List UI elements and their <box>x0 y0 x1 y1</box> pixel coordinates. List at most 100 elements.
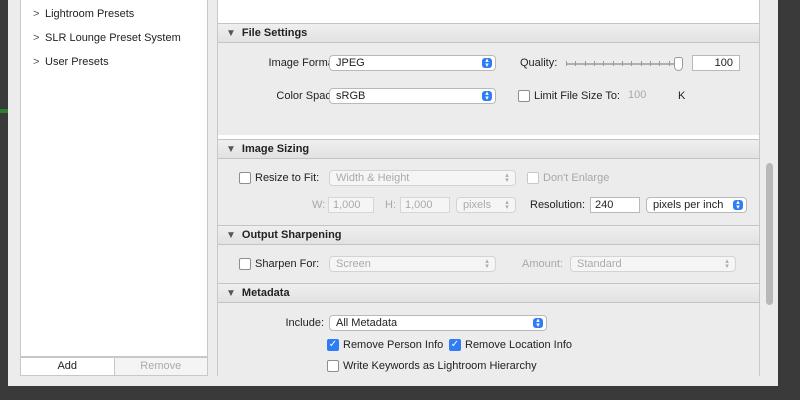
slider-tick <box>594 61 595 66</box>
image-sizing-body: Resize to Fit: Width & Height ▴ ▾ Don't E… <box>218 159 759 225</box>
width-label: W: <box>312 199 326 211</box>
preset-folder-user[interactable]: > User Presets <box>33 54 109 70</box>
resolution-unit-value: pixels per inch <box>653 199 724 211</box>
slider-tick <box>641 61 642 66</box>
quality-input[interactable]: 100 <box>692 55 740 71</box>
color-space-value: sRGB <box>336 90 366 102</box>
amount-label: Amount: <box>522 258 563 270</box>
slider-tick <box>650 61 651 66</box>
window-frame-left <box>0 0 8 400</box>
include-label: Include: <box>285 317 324 329</box>
remove-preset-button[interactable]: Remove <box>114 358 207 375</box>
preset-folder-label: Lightroom Presets <box>45 8 135 20</box>
section-title: File Settings <box>241 27 308 39</box>
image-format-select[interactable]: JPEG ▴ ▾ <box>329 55 496 71</box>
preset-folder-label: SLR Lounge Preset System <box>45 32 181 44</box>
height-input[interactable]: 1,000 <box>400 197 450 213</box>
updown-arrows-icon: ▴ ▾ <box>505 172 509 184</box>
dialog-bottom-strip <box>8 376 778 386</box>
chevron-right-icon[interactable]: > <box>33 32 43 44</box>
limit-file-size-label: Limit File Size To: <box>534 90 620 102</box>
section-header-image-sizing[interactable]: ▼ Image Sizing <box>218 139 759 159</box>
remove-location-info-checkbox[interactable]: ✓ <box>449 339 461 351</box>
slider-tick <box>631 61 632 66</box>
remove-person-info-checkbox[interactable]: ✓ <box>327 339 339 351</box>
resize-to-fit-select[interactable]: Width & Height ▴ ▾ <box>329 170 516 186</box>
limit-file-size-input[interactable]: 100 <box>624 88 676 104</box>
height-label: H: <box>385 199 396 211</box>
resize-to-fit-value: Width & Height <box>336 172 410 184</box>
resolution-input[interactable]: 240 <box>590 197 640 213</box>
section-header-file-settings[interactable]: ▼ File Settings <box>218 23 759 43</box>
preset-folder-label: User Presets <box>45 56 109 68</box>
amount-value: Standard <box>577 258 622 270</box>
amount-select[interactable]: Standard ▴ ▾ <box>570 256 736 272</box>
add-preset-button[interactable]: Add <box>21 358 115 375</box>
section-title: Metadata <box>241 287 290 299</box>
resize-to-fit-checkbox[interactable] <box>239 172 251 184</box>
include-select[interactable]: All Metadata ▴ ▾ <box>329 315 547 331</box>
section-title: Image Sizing <box>241 143 310 155</box>
vertical-scrollbar[interactable] <box>763 0 775 376</box>
sharpen-for-checkbox[interactable] <box>239 258 251 270</box>
slider-thumb[interactable] <box>674 57 683 71</box>
quality-slider[interactable] <box>566 57 686 73</box>
dont-enlarge-checkbox[interactable] <box>527 172 539 184</box>
section-header-output-sharpening[interactable]: ▼ Output Sharpening <box>218 225 759 245</box>
window-frame-right <box>778 0 800 400</box>
export-settings-panel: ▼ File Settings Image Format: JPEG ▴ ▾ Qu… <box>217 0 760 376</box>
updown-arrows-icon: ▴ ▾ <box>533 317 543 329</box>
size-unit-select[interactable]: pixels ▴ ▾ <box>456 197 516 213</box>
updown-arrows-icon: ▴ ▾ <box>505 199 509 211</box>
color-space-label: Color Space: <box>276 90 340 102</box>
chevron-right-icon[interactable]: > <box>33 8 43 20</box>
slider-tick <box>659 61 660 66</box>
triangle-down-icon[interactable]: ▼ <box>226 230 236 241</box>
updown-arrows-icon: ▴ ▾ <box>482 57 492 69</box>
preset-buttons: Add Remove <box>20 357 208 376</box>
size-unit-value: pixels <box>463 199 492 211</box>
output-sharpening-body: Sharpen For: Screen ▴ ▾ Amount: Standard … <box>218 245 759 283</box>
resize-to-fit-label: Resize to Fit: <box>255 172 320 184</box>
slider-tick <box>585 61 586 66</box>
preset-folder-lightroom[interactable]: > Lightroom Presets <box>33 6 134 22</box>
limit-file-size-checkbox[interactable] <box>518 90 530 102</box>
slider-track <box>566 63 680 65</box>
chevron-right-icon[interactable]: > <box>33 56 43 68</box>
include-value: All Metadata <box>336 317 398 329</box>
resolution-label: Resolution: <box>530 199 586 211</box>
updown-arrows-icon: ▴ ▾ <box>733 199 743 211</box>
previous-section-tail <box>218 0 759 18</box>
updown-arrows-icon: ▴ ▾ <box>482 90 492 102</box>
triangle-down-icon[interactable]: ▼ <box>226 288 236 299</box>
sharpen-for-label: Sharpen For: <box>255 258 320 270</box>
file-settings-body: Image Format: JPEG ▴ ▾ Quality: 100 Color… <box>218 43 759 135</box>
image-format-label: Image Format: <box>268 57 340 69</box>
color-space-select[interactable]: sRGB ▴ ▾ <box>329 88 496 104</box>
section-title: Output Sharpening <box>241 229 342 241</box>
window-frame-bottom <box>0 386 800 400</box>
quality-label: Quality: <box>520 57 558 69</box>
slider-tick <box>603 61 604 66</box>
preset-folder-slr-lounge[interactable]: > SLR Lounge Preset System <box>33 30 181 46</box>
updown-arrows-icon: ▴ ▾ <box>725 258 729 270</box>
width-input[interactable]: 1,000 <box>328 197 374 213</box>
preset-list: > Lightroom Presets > SLR Lounge Preset … <box>20 0 208 357</box>
slider-tick <box>575 61 576 66</box>
triangle-down-icon[interactable]: ▼ <box>226 28 236 39</box>
write-keywords-checkbox[interactable] <box>327 360 339 372</box>
frame-accent <box>0 109 8 113</box>
slider-tick <box>613 61 614 66</box>
resolution-unit-select[interactable]: pixels per inch ▴ ▾ <box>646 197 747 213</box>
updown-arrows-icon: ▴ ▾ <box>485 258 489 270</box>
remove-person-info-label: Remove Person Info <box>343 339 444 351</box>
sharpen-for-select[interactable]: Screen ▴ ▾ <box>329 256 496 272</box>
section-header-metadata[interactable]: ▼ Metadata <box>218 283 759 303</box>
limit-file-size-unit: K <box>678 90 686 102</box>
triangle-down-icon[interactable]: ▼ <box>226 144 236 155</box>
slider-tick <box>669 61 670 66</box>
sharpen-for-value: Screen <box>336 258 371 270</box>
dont-enlarge-label: Don't Enlarge <box>543 172 610 184</box>
write-keywords-label: Write Keywords as Lightroom Hierarchy <box>343 360 537 372</box>
scrollbar-thumb[interactable] <box>766 163 773 305</box>
